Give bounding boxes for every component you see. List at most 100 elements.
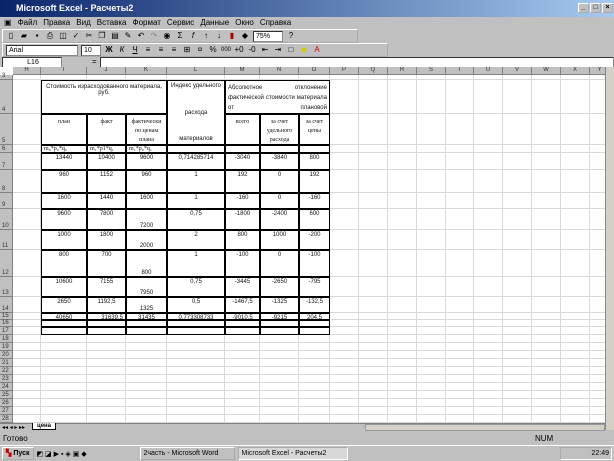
table-cell[interactable] xyxy=(225,320,260,327)
cell[interactable] xyxy=(590,313,605,320)
cell[interactable] xyxy=(503,250,532,277)
cell[interactable] xyxy=(446,351,474,359)
cell[interactable] xyxy=(126,383,167,391)
cell[interactable] xyxy=(87,351,126,359)
table-cell[interactable] xyxy=(299,327,330,335)
row-header-13[interactable]: 13 xyxy=(0,277,13,297)
table-cell[interactable]: 10600 xyxy=(41,277,87,297)
cell[interactable] xyxy=(330,415,359,423)
sort-desc-icon[interactable]: ↓ xyxy=(214,31,224,41)
drawing-icon[interactable]: ◆ xyxy=(240,31,250,41)
cell[interactable] xyxy=(330,391,359,399)
cell[interactable] xyxy=(474,399,503,407)
cell[interactable] xyxy=(446,327,474,335)
cell[interactable] xyxy=(590,391,605,399)
cell[interactable] xyxy=(417,391,446,399)
table-cell[interactable]: -2650 xyxy=(260,277,299,297)
cell[interactable] xyxy=(503,313,532,320)
save-icon[interactable]: ▪ xyxy=(32,31,42,41)
cell[interactable] xyxy=(87,375,126,383)
indent-icon[interactable]: ⇥ xyxy=(273,45,283,55)
cell[interactable] xyxy=(41,359,87,367)
cell[interactable] xyxy=(260,335,299,343)
cell[interactable] xyxy=(87,383,126,391)
row-header-7[interactable]: 7 xyxy=(0,153,13,170)
table-cell[interactable]: -3040 xyxy=(225,153,260,170)
table-cell[interactable]: -100 xyxy=(225,250,260,277)
cell[interactable] xyxy=(388,391,417,399)
cell[interactable] xyxy=(503,359,532,367)
table-cell[interactable]: 7800 xyxy=(87,209,126,230)
table-cell[interactable]: 1000 xyxy=(260,230,299,250)
font-size-select[interactable]: 10 xyxy=(81,44,101,56)
cell[interactable] xyxy=(388,153,417,170)
cell[interactable] xyxy=(330,80,359,114)
cell[interactable] xyxy=(446,153,474,170)
cell[interactable] xyxy=(590,383,605,391)
cell[interactable] xyxy=(167,391,225,399)
cell[interactable] xyxy=(561,359,590,367)
cell[interactable] xyxy=(388,297,417,313)
cell[interactable] xyxy=(260,343,299,351)
cell[interactable] xyxy=(260,367,299,375)
cell[interactable] xyxy=(446,383,474,391)
column-header-H[interactable]: H xyxy=(13,67,41,75)
cell[interactable] xyxy=(167,335,225,343)
column-header-Q[interactable]: Q xyxy=(359,67,388,75)
cell[interactable] xyxy=(446,399,474,407)
cell[interactable] xyxy=(561,230,590,250)
cell[interactable] xyxy=(561,335,590,343)
cell[interactable] xyxy=(388,407,417,415)
cell[interactable] xyxy=(330,297,359,313)
table-cell[interactable] xyxy=(87,320,126,327)
table-cell[interactable]: 960 xyxy=(126,170,167,193)
table-cell[interactable]: 1440 xyxy=(87,193,126,209)
cell[interactable] xyxy=(13,327,41,335)
italic-button[interactable]: К xyxy=(117,45,127,55)
align-left-icon[interactable]: ≡ xyxy=(143,45,153,55)
cell[interactable] xyxy=(474,193,503,209)
thousands-button[interactable]: 000 xyxy=(221,45,231,55)
cell[interactable] xyxy=(503,170,532,193)
autosum-icon[interactable]: Σ xyxy=(175,31,185,41)
cell[interactable] xyxy=(299,343,330,351)
cell[interactable] xyxy=(388,170,417,193)
cell[interactable] xyxy=(590,297,605,313)
cell[interactable] xyxy=(503,80,532,114)
cell[interactable] xyxy=(561,383,590,391)
cell[interactable] xyxy=(260,383,299,391)
row-header-14[interactable]: 14 xyxy=(0,297,13,313)
cell[interactable] xyxy=(561,320,590,327)
table-cell[interactable]: 9600 xyxy=(41,209,87,230)
cell[interactable] xyxy=(561,145,590,153)
cell[interactable] xyxy=(474,343,503,351)
table-cell[interactable]: -9010,5 xyxy=(225,313,260,320)
table-cell[interactable] xyxy=(126,327,167,335)
cell[interactable] xyxy=(126,399,167,407)
cell[interactable] xyxy=(446,80,474,114)
cell[interactable] xyxy=(388,399,417,407)
bold-button[interactable]: Ж xyxy=(104,45,114,55)
cell[interactable] xyxy=(417,145,446,153)
cell[interactable] xyxy=(503,335,532,343)
cell[interactable] xyxy=(330,250,359,277)
table-cell[interactable]: 1 xyxy=(167,170,225,193)
cell[interactable] xyxy=(590,399,605,407)
cell[interactable] xyxy=(260,415,299,423)
cell[interactable] xyxy=(417,209,446,230)
cell[interactable] xyxy=(225,359,260,367)
row-header-5[interactable]: 5 xyxy=(0,114,13,145)
cell[interactable] xyxy=(503,277,532,297)
cell[interactable] xyxy=(590,153,605,170)
row-header-23[interactable]: 23 xyxy=(0,375,13,383)
cell[interactable] xyxy=(532,383,561,391)
cell[interactable] xyxy=(417,359,446,367)
column-header-R[interactable]: R xyxy=(388,67,417,75)
cell[interactable] xyxy=(590,359,605,367)
cell[interactable] xyxy=(41,335,87,343)
row-header-11[interactable]: 11 xyxy=(0,230,13,250)
cell[interactable] xyxy=(417,375,446,383)
cell[interactable] xyxy=(590,145,605,153)
cell[interactable] xyxy=(474,327,503,335)
cell[interactable] xyxy=(561,399,590,407)
